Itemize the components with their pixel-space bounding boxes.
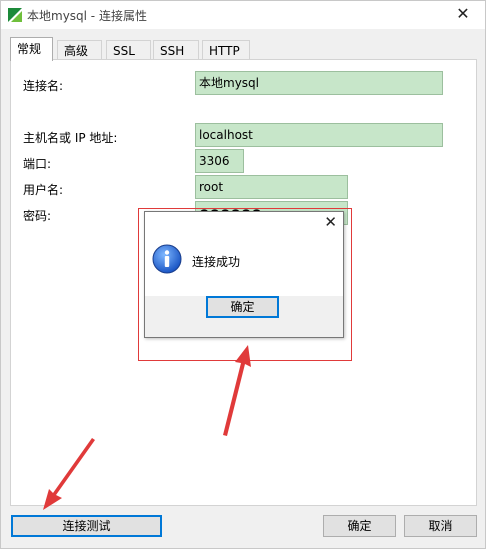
connection-name-label: 连接名: [23, 79, 64, 93]
tab-advanced[interactable]: 高级 [57, 40, 102, 60]
ok-button[interactable]: 确定 [323, 515, 396, 537]
window-close-button[interactable]: ✕ [449, 3, 477, 25]
title-bar: 本地mysql - 连接属性 ✕ [1, 1, 485, 29]
tab-ssh[interactable]: SSH [153, 40, 199, 60]
host-field[interactable]: localhost [195, 123, 443, 147]
cancel-button[interactable]: 取消 [404, 515, 477, 537]
test-connection-button[interactable]: 连接测试 [11, 515, 162, 537]
username-field[interactable]: root [195, 175, 348, 199]
red-arrow-down-left-icon [43, 438, 95, 510]
username-label: 用户名: [23, 183, 64, 197]
tab-general[interactable]: 常规 [10, 37, 53, 61]
tab-http[interactable]: HTTP [202, 40, 250, 60]
window-title: 本地mysql - 连接属性 [27, 9, 147, 23]
port-label: 端口: [23, 157, 52, 171]
host-label: 主机名或 IP 地址: [23, 131, 118, 145]
tab-ssl[interactable]: SSL [106, 40, 151, 60]
close-icon: ✕ [456, 4, 470, 23]
port-field[interactable]: 3306 [195, 149, 244, 173]
highlight-box [138, 208, 352, 361]
password-label: 密码: [23, 209, 52, 223]
red-arrow-up-icon [223, 345, 251, 436]
connection-name-field[interactable]: 本地mysql [195, 71, 443, 95]
navicat-app-icon [8, 8, 22, 22]
